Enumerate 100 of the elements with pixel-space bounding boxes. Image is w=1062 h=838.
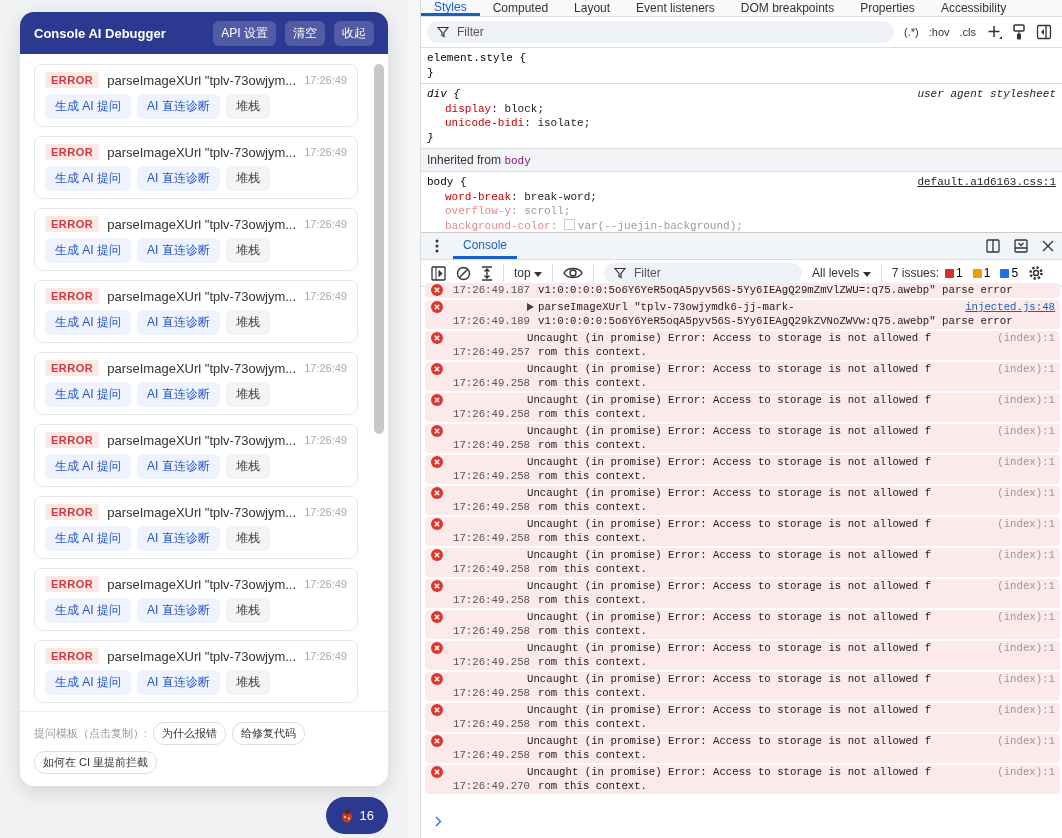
error-icon: [431, 704, 443, 716]
action-button[interactable]: AI 直连诊断: [137, 598, 220, 623]
devtools-tab[interactable]: Event listeners: [623, 0, 728, 16]
console-message: Uncaught (in promise) Error: Access to storage is not allowed f: [527, 393, 932, 407]
console-message: Uncaught (in promise) Error: Access to storage is not allowed f: [527, 548, 932, 562]
action-button[interactable]: 堆栈: [225, 670, 270, 695]
expand-arrows-icon[interactable]: [481, 265, 493, 281]
error-time: 17:26:49: [304, 506, 347, 518]
action-button[interactable]: 堆栈: [225, 238, 270, 263]
styles-filter-field[interactable]: Filter: [427, 21, 895, 43]
error-time: 17:26:49: [304, 290, 347, 302]
console-message: Uncaught (in promise) Error: Access to storage is not allowed f: [527, 641, 932, 655]
action-button[interactable]: 生成 AI 提问: [45, 526, 131, 551]
close-icon[interactable]: [1042, 240, 1054, 252]
header-button[interactable]: 清空: [285, 20, 325, 46]
error-icon: [431, 580, 443, 592]
issue-count[interactable]: 5: [1000, 266, 1019, 280]
action-button[interactable]: 生成 AI 提问: [45, 382, 131, 407]
template-chip[interactable]: 给修复代码: [232, 722, 306, 745]
action-button[interactable]: 堆栈: [225, 598, 270, 623]
level-badge: ERROR: [45, 648, 100, 664]
action-button[interactable]: 堆栈: [225, 454, 270, 479]
timestamp: 17:26:49.258: [453, 624, 531, 638]
dock-side-icon[interactable]: [986, 239, 1000, 253]
more-menu-icon[interactable]: [435, 239, 439, 253]
templates-label: 提问模板（点击复制）:: [34, 726, 148, 741]
error-time: 17:26:49: [304, 146, 347, 158]
action-button[interactable]: AI 直连诊断: [137, 670, 220, 695]
paint-roller-icon[interactable]: [1012, 24, 1026, 40]
sidebar-icon[interactable]: [1036, 24, 1052, 40]
console-message: Uncaught (in promise) Error: Access to storage is not allowed f: [527, 455, 932, 469]
devtools-tab[interactable]: Layout: [561, 0, 624, 16]
action-button[interactable]: 生成 AI 提问: [45, 598, 131, 623]
action-button[interactable]: AI 直连诊断: [137, 166, 220, 191]
console-message: Uncaught (in promise) Error: Access to storage is not allowed f: [527, 579, 932, 593]
issue-count[interactable]: 1: [972, 266, 991, 280]
styles-toggle[interactable]: .cls: [959, 26, 976, 38]
devtools-tab[interactable]: Styles: [421, 0, 480, 16]
action-button[interactable]: 堆栈: [225, 94, 270, 119]
action-button[interactable]: 生成 AI 提问: [45, 310, 131, 335]
console-filter-field[interactable]: Filter: [604, 263, 802, 283]
issue-count[interactable]: 1: [945, 266, 963, 280]
action-button[interactable]: 生成 AI 提问: [45, 94, 131, 119]
action-button[interactable]: AI 直连诊断: [137, 382, 220, 407]
sidebar-toggle-icon[interactable]: [431, 265, 446, 281]
error-message: parseImageXUrl "tplv-73owjym...: [107, 432, 297, 448]
console-message: parseImageXUrl "tplv-73owjymdk6-jj-mark-: [538, 300, 795, 314]
console-message: rom this context.: [538, 686, 649, 700]
console-message: rom this context.: [538, 717, 649, 731]
console-tab[interactable]: Console: [453, 233, 518, 259]
action-button[interactable]: 堆栈: [225, 166, 270, 191]
add-icon[interactable]: [986, 24, 1002, 40]
action-button[interactable]: AI 直连诊断: [137, 454, 220, 479]
styles-toggle[interactable]: (.*): [904, 26, 919, 38]
eye-icon[interactable]: [563, 266, 583, 280]
action-button[interactable]: AI 直连诊断: [137, 310, 220, 335]
timestamp: 17:26:49.257: [453, 345, 531, 359]
prompt-chevron-icon[interactable]: [435, 816, 442, 827]
settings-icon[interactable]: [1028, 265, 1045, 281]
header-button[interactable]: API 设置: [213, 20, 276, 46]
levels-dropdown[interactable]: All levels: [812, 266, 871, 280]
level-badge: ERROR: [45, 360, 100, 376]
devtools-tab[interactable]: Accessibility: [927, 0, 1020, 16]
clear-icon[interactable]: [456, 265, 471, 281]
action-button[interactable]: 堆栈: [225, 310, 270, 335]
action-button[interactable]: 生成 AI 提问: [45, 238, 131, 263]
devtools-tab[interactable]: Computed: [479, 0, 562, 16]
styles-toggle[interactable]: :hov: [928, 26, 950, 38]
devtools-tab[interactable]: Properties: [847, 0, 928, 16]
error-icon: [431, 284, 443, 296]
template-chip[interactable]: 如何在 CI 里提前拦截: [34, 751, 158, 774]
rule-brace: }: [427, 130, 434, 145]
console-message: v1:0:0:0:0:5o6Y6YeR5oqA5pyv56S-5Yy6IEAgQ29kZVNoZWVw:q75.awebp" parse error: [538, 314, 1014, 328]
action-button[interactable]: AI 直连诊断: [137, 94, 220, 119]
source-link[interactable]: injected.js:48: [965, 300, 1055, 314]
console-message: Uncaught (in promise) Error: Access to storage is not allowed f: [527, 734, 932, 748]
header-button[interactable]: 收起: [334, 20, 374, 46]
devtools-tab[interactable]: DOM breakpoints: [727, 0, 848, 16]
bug-icon: [339, 808, 354, 823]
timestamp: 17:26:49.258: [453, 717, 531, 731]
action-button[interactable]: AI 直连诊断: [137, 238, 220, 263]
bug-count-button[interactable]: 16: [325, 797, 388, 834]
error-icon: [431, 611, 443, 623]
template-chip[interactable]: 为什么报错: [153, 722, 227, 745]
action-button[interactable]: 生成 AI 提问: [45, 670, 131, 695]
error-time: 17:26:49: [304, 362, 347, 374]
timestamp: 17:26:49.258: [453, 500, 531, 514]
context-dropdown[interactable]: top: [514, 266, 542, 280]
action-button[interactable]: 堆栈: [225, 526, 270, 551]
action-button[interactable]: AI 直连诊断: [137, 526, 220, 551]
action-button[interactable]: 堆栈: [225, 382, 270, 407]
rule-source[interactable]: default.a1d6163.css:1: [917, 175, 1056, 190]
error-icon: [431, 735, 443, 747]
css-declaration: word-break: break-word;: [444, 189, 598, 204]
action-button[interactable]: 生成 AI 提问: [45, 454, 131, 479]
expand-triangle-icon[interactable]: [527, 303, 534, 311]
timestamp: 17:26:49.270: [453, 779, 531, 793]
caret-icon: [862, 272, 871, 277]
action-button[interactable]: 生成 AI 提问: [45, 166, 131, 191]
dock-bottom-icon[interactable]: [1014, 239, 1028, 253]
